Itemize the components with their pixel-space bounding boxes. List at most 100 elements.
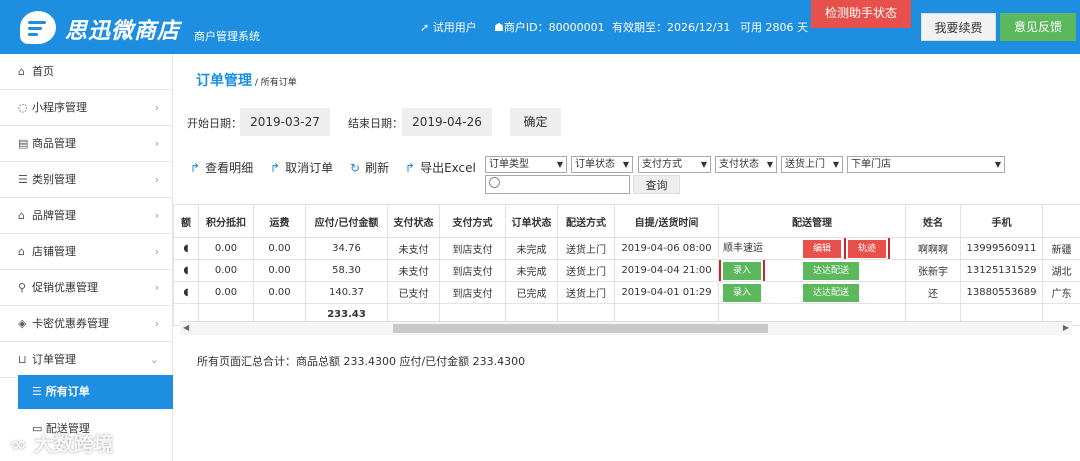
- pay-method-select[interactable]: 支付方式 ▼: [638, 156, 711, 173]
- dropdown-arrow-icon: ▼: [556, 160, 563, 169]
- scrollbar-thumb[interactable]: [393, 324, 768, 333]
- col-header: 自提/送货时间: [614, 204, 719, 238]
- order-status-select[interactable]: 订单状态 ▼: [571, 156, 633, 173]
- days-left: 可用 2806 天: [740, 21, 808, 34]
- table-row[interactable]: ◖ 0.00 0.00 140.37 已支付 到店支付 已完成 送货上门 201…: [173, 281, 1080, 304]
- orders-table: 额 积分抵扣 运费 应付/已付金额 支付状态 支付方式 订单状态 配送方式 自提…: [173, 204, 1080, 326]
- page-title: 订单管理: [196, 73, 252, 89]
- breadcrumb-current: / 所有订单: [252, 78, 297, 88]
- dropdown-arrow-icon: ▼: [766, 160, 773, 169]
- dropdown-arrow-icon: ▼: [832, 160, 839, 169]
- sidebar-item-orders[interactable]: ⊔ 订单管理 ⌄: [0, 342, 173, 378]
- users-icon: ☗: [494, 21, 504, 34]
- delivery-management-cell: 录入 达达配送: [718, 259, 906, 282]
- delivery-management-cell: 顺丰速运 编辑 轨迹: [718, 237, 906, 260]
- search-button[interactable]: 查询: [633, 175, 680, 194]
- order-type-select[interactable]: 订单类型 ▼: [485, 156, 567, 173]
- store-select[interactable]: 下单门店 ▼: [847, 156, 1005, 173]
- top-bar: 思迅微商店 商户管理系统 ➚ 试用用户 ☗商户ID：80000001 有效期至：…: [0, 0, 1080, 54]
- start-date-label: 开始日期：: [187, 117, 242, 130]
- col-header: 积分抵扣: [198, 204, 254, 238]
- dropdown-arrow-icon: ▼: [622, 160, 629, 169]
- col-header: 支付状态: [387, 204, 440, 238]
- breadcrumb: 订单管理 / 所有订单: [196, 70, 297, 90]
- delivery-select[interactable]: 送货上门 ▼: [781, 156, 843, 173]
- home-icon: ⌂: [18, 65, 25, 78]
- col-header: [1042, 204, 1080, 238]
- chevron-right-icon: ›: [154, 281, 159, 294]
- share-icon: ↱: [405, 161, 416, 175]
- chevron-right-icon: ›: [154, 209, 159, 222]
- refresh-icon: ↻: [350, 161, 361, 175]
- row-radio[interactable]: ◖: [173, 237, 199, 260]
- sidebar-item-category[interactable]: ☰ 类别管理 ›: [0, 162, 173, 198]
- share-icon: ↱: [190, 161, 201, 175]
- col-header: 配送管理: [718, 204, 906, 238]
- cancel-order-button[interactable]: ↱ 取消订单: [270, 159, 333, 176]
- confirm-button[interactable]: 确定: [510, 108, 561, 136]
- end-date-input[interactable]: 2019-04-26: [402, 108, 492, 136]
- summary-total: 所有页面汇总合计：商品总额 233.4300 应付/已付金额 233.4300: [197, 355, 526, 368]
- pin-icon: ⚲: [18, 281, 27, 294]
- bank-icon: ⌂: [18, 245, 25, 258]
- track-button[interactable]: 轨迹: [844, 238, 890, 259]
- scroll-left-icon: ◀: [183, 323, 190, 332]
- sidebar-item-coupon[interactable]: ◈ 卡密优惠券管理 ›: [0, 306, 173, 342]
- dropdown-arrow-icon: ▼: [700, 160, 707, 169]
- merchant-id: ☗商户ID：80000001: [494, 21, 605, 34]
- chevron-right-icon: ›: [154, 101, 159, 114]
- sidebar-item-store[interactable]: ⌂ 店铺管理 ›: [0, 234, 173, 270]
- feedback-button[interactable]: 意见反馈: [1000, 13, 1076, 41]
- list-icon: ☰: [18, 173, 28, 186]
- col-header: 配送方式: [557, 204, 615, 238]
- sidebar-item-miniprogram[interactable]: ◌ 小程序管理 ›: [0, 90, 173, 126]
- export-excel-button[interactable]: ↱ 导出Excel: [405, 159, 476, 176]
- dada-delivery-button[interactable]: 达达配送: [803, 261, 859, 280]
- search-input[interactable]: [485, 175, 630, 194]
- col-header: 手机: [960, 204, 1043, 238]
- col-header: 支付方式: [439, 204, 506, 238]
- system-subtitle: 商户管理系统: [194, 30, 260, 43]
- pay-status-select[interactable]: 支付状态 ▼: [715, 156, 777, 173]
- entry-button[interactable]: 录入: [723, 283, 761, 302]
- table-header-row: 额 积分抵扣 运费 应付/已付金额 支付状态 支付方式 订单状态 配送方式 自提…: [173, 204, 1080, 238]
- chevron-right-icon: ›: [154, 137, 159, 150]
- watermark: ∞ 大数跨境: [10, 432, 114, 456]
- tag-icon: ◈: [18, 317, 27, 330]
- sidebar-sub-all-orders[interactable]: ☰ 所有订单: [18, 375, 173, 409]
- renew-button[interactable]: 我要续费: [921, 13, 996, 41]
- cart-icon: ⊔: [18, 353, 27, 366]
- bank-icon: ⌂: [18, 209, 25, 222]
- brand-name: 思迅微商店: [65, 19, 181, 44]
- chevron-down-icon: ⌄: [149, 353, 159, 366]
- expiry-date: 有效期至：2026/12/31: [612, 21, 731, 34]
- send-icon: ➚: [420, 21, 430, 34]
- row-radio[interactable]: ◖: [173, 259, 199, 282]
- dropdown-arrow-icon: ▼: [994, 160, 1001, 169]
- detect-assistant-button[interactable]: 检测助手状态: [811, 0, 911, 28]
- col-header: 额: [173, 204, 199, 238]
- entry-button[interactable]: 录入: [719, 260, 765, 281]
- sidebar-item-brand[interactable]: ⌂ 品牌管理 ›: [0, 198, 173, 234]
- search-icon: [489, 177, 500, 188]
- row-radio[interactable]: ◖: [173, 281, 199, 304]
- sidebar-item-promotion[interactable]: ⚲ 促销优惠管理 ›: [0, 270, 173, 306]
- dada-delivery-button[interactable]: 达达配送: [803, 283, 859, 302]
- sidebar-item-home[interactable]: ⌂ 首页: [0, 54, 173, 90]
- sidebar-item-goods[interactable]: ▤ 商品管理 ›: [0, 126, 173, 162]
- table-row[interactable]: ◖ 0.00 0.00 58.30 未支付 到店支付 未完成 送货上门 2019…: [173, 259, 1080, 282]
- table-row[interactable]: ◖ 0.00 0.00 34.76 未支付 到店支付 未完成 送货上门 2019…: [173, 237, 1080, 260]
- col-header: 应付/已付金额: [305, 204, 388, 238]
- edit-button[interactable]: 编辑: [803, 240, 841, 258]
- col-header: 姓名: [905, 204, 961, 238]
- scroll-right-icon: ▶: [1062, 323, 1069, 332]
- goods-icon: ▤: [18, 137, 29, 150]
- list-icon: ☰: [32, 385, 46, 398]
- logo-icon: [20, 11, 56, 44]
- view-detail-button[interactable]: ↱ 查看明细: [190, 159, 253, 176]
- chat-icon: ◌: [18, 101, 28, 114]
- horizontal-scrollbar[interactable]: ◀ ▶: [180, 321, 1072, 335]
- start-date-input[interactable]: 2019-03-27: [240, 108, 330, 136]
- courier-name: 顺丰速运: [723, 243, 763, 254]
- refresh-button[interactable]: ↻ 刷新: [350, 159, 389, 176]
